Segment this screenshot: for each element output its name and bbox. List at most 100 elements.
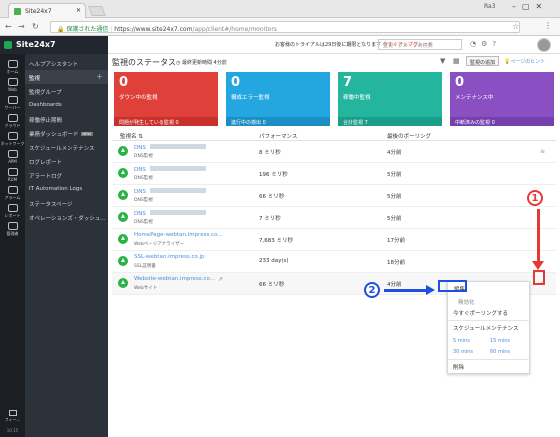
- back-icon[interactable]: ←: [5, 22, 12, 31]
- sidebar-item-rum[interactable]: RUM: [0, 168, 25, 182]
- sidebar-item-apm[interactable]: APM: [0, 150, 25, 164]
- bookmark-star-icon[interactable]: ☆: [512, 22, 519, 31]
- performance-value: 66 ミリ秒: [259, 194, 285, 200]
- status-tiles: 0 ダウン中の監視 問題が発生している監視 0 0 構成エラー監視 進行中の検出…: [114, 72, 556, 126]
- nav-item-status-pages[interactable]: ステータスページ: [25, 196, 108, 210]
- filter-icon[interactable]: ▼: [440, 57, 445, 65]
- monitor-name-link[interactable]: DNS: [134, 188, 206, 195]
- redacted-text: [149, 166, 206, 171]
- feedback-label: フィー...: [4, 417, 21, 422]
- sidebar-item-web[interactable]: Web: [0, 78, 25, 92]
- schedule-15-mins[interactable]: 15 mins: [490, 338, 510, 344]
- window-user: Ra3: [484, 3, 496, 10]
- status-up-icon: [118, 212, 128, 222]
- menu-item-delete[interactable]: 削除: [453, 363, 464, 371]
- schedule-60-mins[interactable]: 60 mins: [490, 349, 510, 355]
- tile-count: 7: [343, 75, 353, 90]
- redacted-text: [149, 188, 206, 193]
- tile-label: 稼働中監視: [343, 95, 371, 101]
- sidebar-label: 管理者: [6, 231, 19, 236]
- sidebar-item-network[interactable]: ネットワーク: [0, 132, 25, 147]
- step-2-marker: 2: [364, 282, 380, 298]
- tile-footer[interactable]: 中断済みの監視 0: [450, 117, 554, 126]
- menu-item-disable[interactable]: 無効化: [458, 298, 475, 306]
- monitor-name-link[interactable]: DNS: [134, 144, 206, 151]
- new-tab-button[interactable]: [88, 6, 106, 16]
- table-row[interactable]: HomePage-webtan.impress.co... Webページアナライ…: [112, 229, 556, 251]
- tile-footer[interactable]: 合計監視 7: [338, 117, 442, 126]
- tile-up[interactable]: 7 稼働中監視 合計監視 7: [338, 72, 442, 126]
- close-tab-icon[interactable]: ✕: [76, 7, 81, 14]
- sidebar-item-server[interactable]: サーバー: [0, 96, 25, 111]
- nav-item-monitor-groups[interactable]: 監視グループ: [25, 84, 108, 98]
- performance-value: 8 ミリ秒: [259, 150, 281, 156]
- secure-label: 保護された通信: [66, 26, 109, 33]
- add-monitor-icon[interactable]: +: [96, 72, 103, 81]
- network-icon: [7, 132, 18, 140]
- sidebar-item-admin[interactable]: 管理者: [0, 222, 25, 237]
- nav-item-downtime[interactable]: 稼働停止期間: [25, 112, 108, 126]
- nav-item-help-assistant[interactable]: ヘルプアシスタント: [25, 56, 108, 70]
- table-row[interactable]: SSL-webtan.impress.co.jp SSL証明書 233 day(…: [112, 251, 556, 273]
- url-field[interactable]: 🔒 保護された通信 | https://www.site24x7.com/app…: [50, 21, 520, 33]
- column-last-poll[interactable]: 最後のポーリング: [387, 132, 431, 140]
- table-row[interactable]: DNS DNS監視 7 ミリ秒 5分前: [112, 207, 556, 229]
- monitor-name-link[interactable]: DNS: [134, 166, 206, 173]
- browser-tab[interactable]: Site24x7 ✕: [8, 3, 86, 18]
- tile-footer[interactable]: 問題が発生している監視 0: [114, 117, 218, 126]
- menu-item-poll-now[interactable]: 今すぐポーリングする: [453, 309, 508, 317]
- tile-config-error[interactable]: 0 構成エラー監視 進行中の検出 0: [226, 72, 330, 126]
- monitor-name-link[interactable]: Website-webtan.impress.co...: [134, 276, 215, 282]
- monitor-name-link[interactable]: HomePage-webtan.impress.co...: [134, 232, 223, 238]
- nav-item-scheduled-maintenance[interactable]: スケジュールメンテナンス: [25, 140, 108, 154]
- nav-item-operations-dashboard[interactable]: オペレーションズ・ダッシュ...: [25, 210, 108, 224]
- user-avatar[interactable]: [537, 38, 551, 52]
- table-row[interactable]: DNS DNS監視 66 ミリ秒 5分前: [112, 185, 556, 207]
- performance-value: 196 ミリ秒: [259, 172, 288, 178]
- page-hint-link[interactable]: 💡ページのヒント: [504, 58, 545, 65]
- monitor-name-link[interactable]: DNS: [134, 210, 206, 217]
- schedule-5-mins[interactable]: 5 mins: [453, 338, 470, 344]
- column-performance[interactable]: パフォーマンス: [259, 132, 297, 140]
- forward-icon[interactable]: →: [18, 22, 25, 31]
- column-monitor-name[interactable]: 監視名 ⇅: [120, 132, 143, 140]
- row-menu-icon[interactable]: ≡: [540, 148, 545, 155]
- app-logo[interactable]: Site24x7: [0, 36, 108, 54]
- red-arrow-shaft: [537, 209, 540, 263]
- reload-icon[interactable]: ↻: [32, 22, 39, 31]
- sidebar-item-cloud[interactable]: クラウド: [0, 114, 25, 129]
- add-monitor-button[interactable]: 監視の追加: [466, 56, 499, 66]
- tile-down[interactable]: 0 ダウン中の監視 問題が発生している監視 0: [114, 72, 218, 126]
- sidebar-item-home[interactable]: ホーム: [0, 60, 25, 75]
- window-controls[interactable]: –▢✕: [512, 2, 548, 11]
- global-search-input[interactable]: 監視・グループの検索: [378, 39, 462, 50]
- nav-item-it-automation-logs[interactable]: IT Automation Logs: [25, 182, 108, 196]
- monitor-name-link[interactable]: SSL-webtan.impress.co.jp: [134, 254, 205, 260]
- help-icon[interactable]: ?: [492, 40, 501, 48]
- rum-icon: [7, 168, 18, 176]
- last-poll-value: 5分前: [387, 194, 402, 200]
- notification-icon[interactable]: ◔: [470, 40, 481, 48]
- tile-footer[interactable]: 進行中の検出 0: [226, 117, 330, 126]
- nav-item-alert-log[interactable]: アラートログ: [25, 168, 108, 182]
- settings-icon[interactable]: ⚙: [481, 40, 492, 48]
- nav-item-log-report[interactable]: ログレポート: [25, 154, 108, 168]
- external-link-icon[interactable]: ↗: [218, 276, 223, 283]
- sidebar-label: ネットワーク: [0, 141, 25, 146]
- table-row[interactable]: DNS DNS監視 196 ミリ秒 5分前: [112, 163, 556, 185]
- nav-item-business-dashboard[interactable]: 業務ダッシュボード NEW: [25, 126, 108, 140]
- grid-view-icon[interactable]: ▦: [453, 57, 460, 65]
- status-up-icon: [118, 146, 128, 156]
- nav-item-dashboards[interactable]: Dashboards: [25, 98, 108, 112]
- browser-menu-icon[interactable]: ⋮: [544, 21, 552, 30]
- tile-maintenance[interactable]: 0 メンテナンス中 中断済みの監視 0: [450, 72, 554, 126]
- feedback-button[interactable]: フィー...: [0, 410, 25, 423]
- schedule-30-mins[interactable]: 30 mins: [453, 349, 473, 355]
- table-row[interactable]: DNS DNS監視 8 ミリ秒 4分前 ≡: [112, 141, 556, 163]
- sidebar-item-alarms[interactable]: アラーム: [0, 186, 25, 201]
- sidebar-item-reports[interactable]: レポート: [0, 204, 25, 219]
- nav-item-monitors[interactable]: 監視 +: [25, 70, 108, 84]
- performance-value: 7 ミリ秒: [259, 216, 281, 222]
- red-arrow-head: [532, 261, 544, 270]
- nav-label: 稼働停止期間: [29, 118, 63, 124]
